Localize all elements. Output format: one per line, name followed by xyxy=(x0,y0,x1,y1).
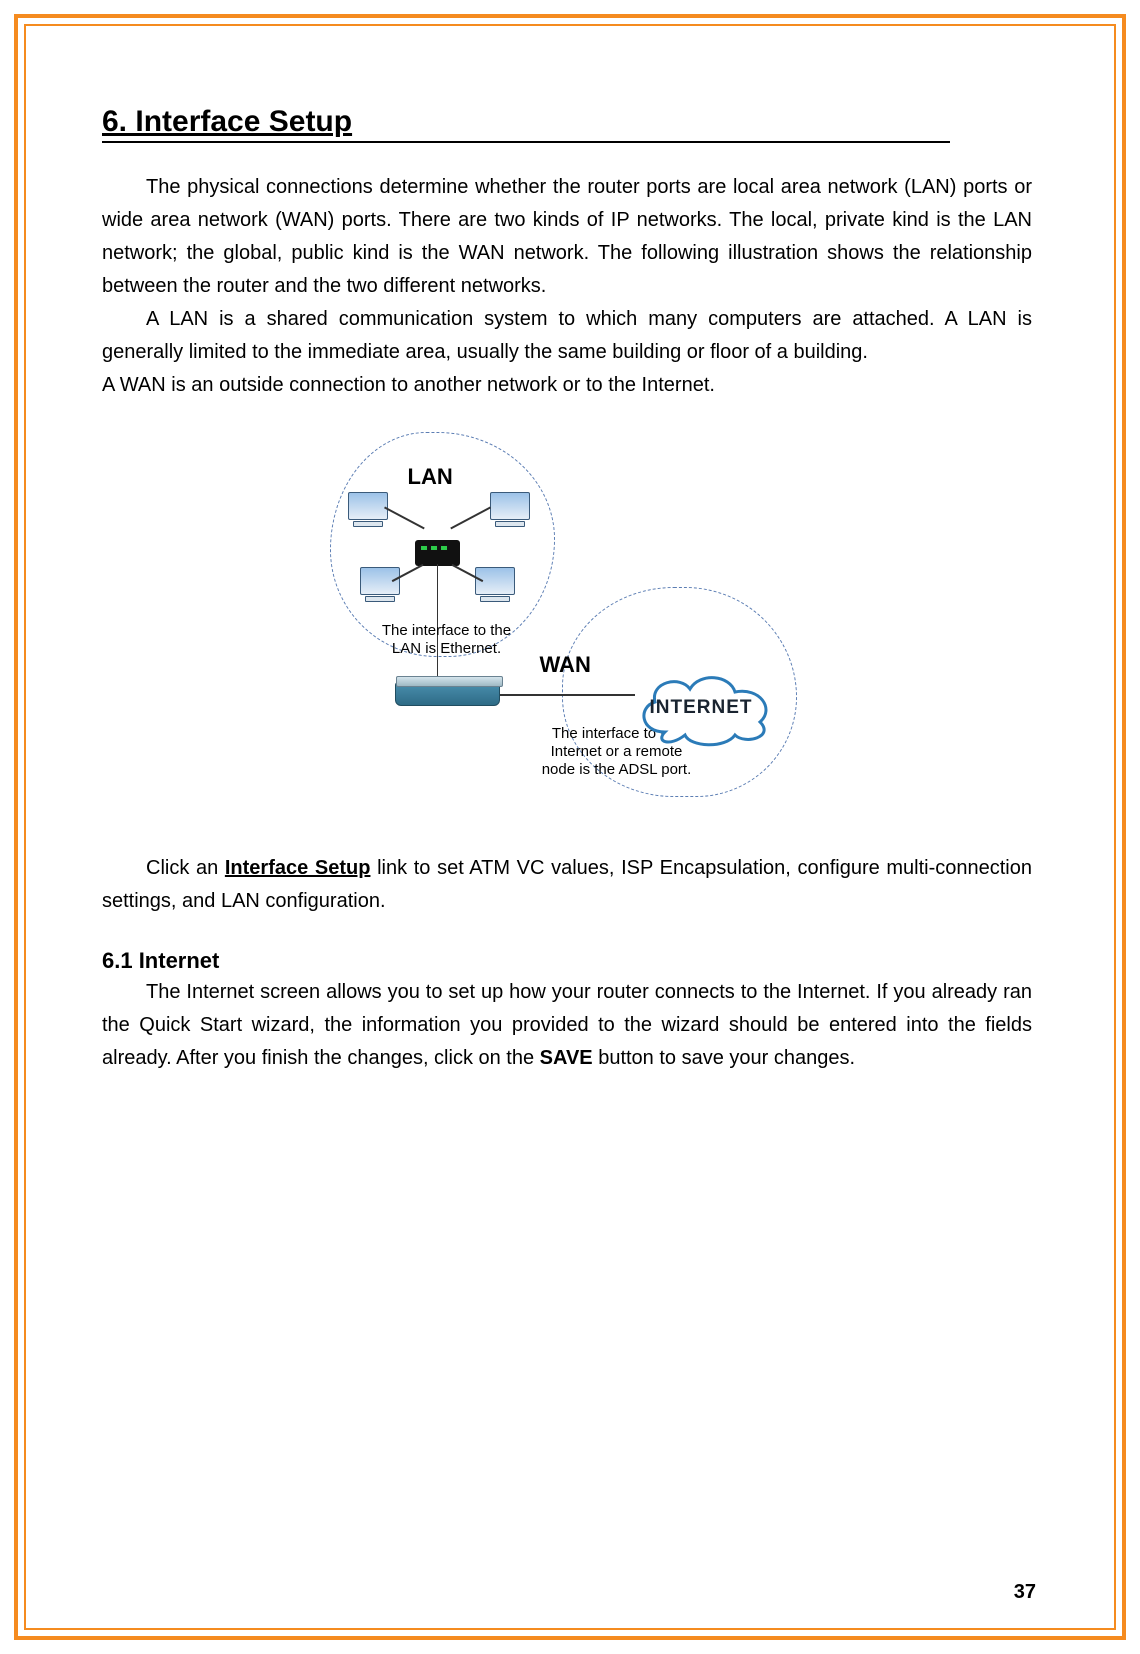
internet-paragraph: The Internet screen allows you to set up… xyxy=(102,976,1032,1075)
subsection-heading: 6.1 Internet xyxy=(102,948,1032,974)
router-icon xyxy=(395,682,500,706)
section-heading: 6. Interface Setup xyxy=(102,105,950,143)
computer-icon xyxy=(360,567,400,602)
network-diagram: LAN WAN The interface to the LAN is Ethe… xyxy=(330,432,805,812)
intro-paragraph-3: A WAN is an outside connection to anothe… xyxy=(102,369,1032,402)
switch-icon xyxy=(415,540,460,566)
intro-paragraph-1: The physical connections determine wheth… xyxy=(102,171,1032,303)
lan-label: LAN xyxy=(408,464,453,490)
wire xyxy=(500,694,635,696)
intro-paragraph-2: A LAN is a shared communication system t… xyxy=(102,303,1032,369)
computer-icon xyxy=(475,567,515,602)
interface-setup-link[interactable]: Interface Setup xyxy=(225,857,371,879)
lan-caption: The interface to the LAN is Ethernet. xyxy=(372,622,522,658)
text-fragment: Click an xyxy=(146,857,225,879)
internet-cloud: INTERNET xyxy=(630,667,780,747)
save-button-reference: SAVE xyxy=(540,1047,593,1069)
page-content: 6. Interface Setup The physical connecti… xyxy=(102,105,1032,1075)
computer-icon xyxy=(348,492,388,527)
interface-setup-paragraph: Click an Interface Setup link to set ATM… xyxy=(102,852,1032,918)
text-fragment: button to save your changes. xyxy=(593,1047,855,1069)
page-number: 37 xyxy=(1014,1581,1036,1604)
computer-icon xyxy=(490,492,530,527)
internet-label: INTERNET xyxy=(650,697,753,719)
wan-label: WAN xyxy=(540,652,591,678)
